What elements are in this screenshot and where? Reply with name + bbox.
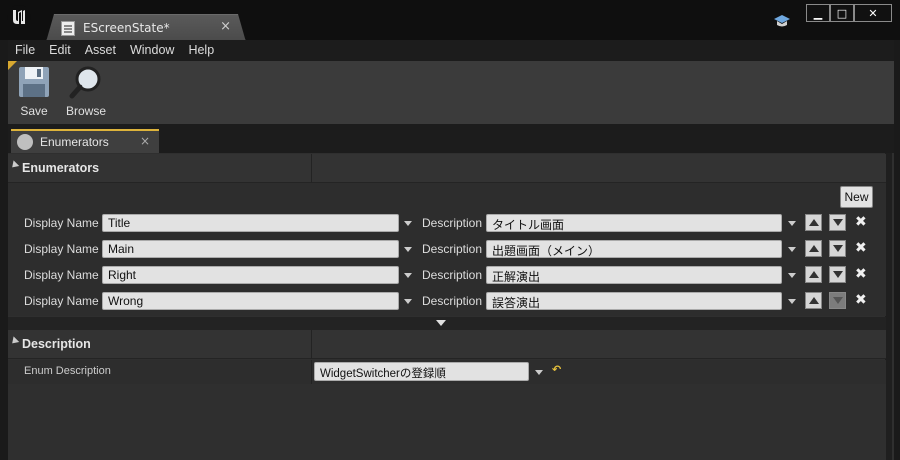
close-window-button[interactable]: ✕ <box>854 4 892 22</box>
display-name-label: Display Name <box>24 294 99 308</box>
description-label: Description <box>422 268 483 282</box>
menu-file[interactable]: File <box>8 40 42 61</box>
close-tab-icon[interactable]: × <box>220 19 231 34</box>
move-down-button <box>829 292 846 309</box>
enumerator-row: Display Name Title Description タイトル画面 ✖ <box>8 213 886 235</box>
expand-strip[interactable] <box>8 317 886 330</box>
close-panel-tab-icon[interactable]: × <box>140 134 150 148</box>
display-name-label: Display Name <box>24 242 99 256</box>
display-name-field[interactable]: Right <box>102 266 399 284</box>
display-name-label: Display Name <box>24 268 99 282</box>
enum-description-row: Enum Description WidgetSwitcherの登録順 ↶ <box>8 360 886 394</box>
document-icon <box>61 21 75 36</box>
chevron-down-icon[interactable] <box>788 273 796 278</box>
delete-icon[interactable]: ✖ <box>855 266 867 282</box>
enumerators-section-title: Enumerators <box>22 161 100 175</box>
minimize-button[interactable]: ▁ <box>806 4 830 22</box>
move-up-button[interactable] <box>805 266 822 283</box>
chevron-down-icon[interactable] <box>788 299 796 304</box>
info-icon <box>17 134 33 150</box>
chevron-down-icon[interactable] <box>788 221 796 226</box>
menu-bar: File Edit Asset Window Help <box>8 40 894 61</box>
menu-edit[interactable]: Edit <box>42 40 78 61</box>
enumerator-row: Display Name Wrong Description 誤答演出 ✖ <box>8 291 886 313</box>
magnifier-icon <box>69 66 101 99</box>
move-up-button[interactable] <box>805 214 822 231</box>
description-label: Description <box>422 242 483 256</box>
empty-panel-area <box>8 384 886 460</box>
collapse-arrow-icon <box>9 160 20 171</box>
enum-description-field[interactable]: WidgetSwitcherの登録順 <box>314 362 529 381</box>
save-icon <box>19 67 49 97</box>
toolbar: Save Browse <box>8 61 894 124</box>
document-tab[interactable]: EScreenState* × <box>46 14 246 42</box>
move-down-button[interactable] <box>829 214 846 231</box>
description-field[interactable]: 出題画面（メイン） <box>486 240 782 258</box>
collapse-arrow-icon <box>9 336 20 347</box>
chevron-down-icon[interactable] <box>535 370 543 375</box>
delete-icon[interactable]: ✖ <box>855 214 867 230</box>
column-divider <box>311 330 312 359</box>
reset-to-default-icon[interactable]: ↶ <box>552 363 561 376</box>
display-name-field[interactable]: Main <box>102 240 399 258</box>
maximize-button[interactable]: □ <box>830 4 854 22</box>
tab-enumerators-label: Enumerators <box>40 135 109 149</box>
browse-label: Browse <box>65 104 106 118</box>
unreal-logo-icon <box>7 5 31 29</box>
chevron-down-icon[interactable] <box>788 247 796 252</box>
description-field[interactable]: 正解演出 <box>486 266 782 284</box>
description-label: Description <box>422 216 483 230</box>
graduation-cap-icon[interactable] <box>774 13 790 29</box>
display-name-field[interactable]: Wrong <box>102 292 399 310</box>
new-enumerator-button[interactable]: New <box>840 186 873 208</box>
tab-enumerators[interactable]: Enumerators × <box>11 129 159 153</box>
enum-description-label: Enum Description <box>24 365 111 377</box>
panel-scrollbar[interactable] <box>885 153 892 460</box>
save-label: Save <box>20 104 48 118</box>
move-down-button[interactable] <box>829 266 846 283</box>
expand-arrow-icon <box>436 320 446 326</box>
description-field[interactable]: 誤答演出 <box>486 292 782 310</box>
enumerators-section-header[interactable]: Enumerators <box>8 154 886 183</box>
document-tab-label: EScreenState* <box>83 21 170 35</box>
display-name-label: Display Name <box>24 216 99 230</box>
move-down-button[interactable] <box>829 240 846 257</box>
delete-icon[interactable]: ✖ <box>855 292 867 308</box>
display-name-field[interactable]: Title <box>102 214 399 232</box>
chevron-down-icon[interactable] <box>404 247 412 252</box>
panel-tab-bar: Enumerators × <box>8 124 894 153</box>
enumerator-row: Display Name Right Description 正解演出 ✖ <box>8 265 886 287</box>
chevron-down-icon[interactable] <box>404 273 412 278</box>
enumerator-row: Display Name Main Description 出題画面（メイン） … <box>8 239 886 261</box>
column-divider <box>311 154 312 183</box>
menu-window[interactable]: Window <box>123 40 181 61</box>
title-bar: EScreenState* × ▁ □ ✕ <box>0 0 900 40</box>
description-section-title: Description <box>22 337 91 351</box>
chevron-down-icon[interactable] <box>404 299 412 304</box>
browse-button[interactable]: Browse <box>63 65 109 118</box>
move-up-button[interactable] <box>805 240 822 257</box>
description-field[interactable]: タイトル画面 <box>486 214 782 232</box>
chevron-down-icon[interactable] <box>404 221 412 226</box>
description-section-header[interactable]: Description <box>8 330 886 359</box>
menu-help[interactable]: Help <box>181 40 221 61</box>
move-up-button[interactable] <box>805 292 822 309</box>
enumerators-list: New Display Name Title Description タイトル画… <box>8 183 886 316</box>
delete-icon[interactable]: ✖ <box>855 240 867 256</box>
menu-asset[interactable]: Asset <box>78 40 123 61</box>
save-button[interactable]: Save <box>11 65 57 118</box>
details-panel: Enumerators New Display Name Title Descr… <box>8 153 894 460</box>
description-label: Description <box>422 294 483 308</box>
